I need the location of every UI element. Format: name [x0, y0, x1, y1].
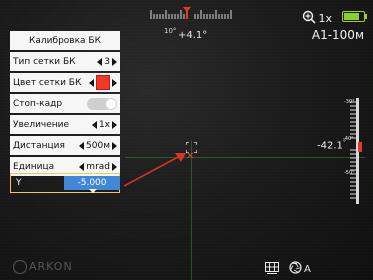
magnification-value: 1x — [98, 119, 110, 130]
chevron-left-icon[interactable] — [79, 141, 85, 150]
distance-value: 500м — [86, 140, 110, 151]
y-label: Y — [16, 178, 22, 188]
menu-item-label: Единица — [13, 161, 55, 172]
battery-icon — [342, 11, 367, 22]
menu-item-label: Цвет сетки БК — [13, 77, 82, 88]
grid-color-selector[interactable] — [89, 75, 117, 90]
toggle-knob — [106, 98, 116, 109]
bottom-status-bar: A — [265, 261, 311, 277]
menu-item-distance[interactable]: Дистанция 500м — [10, 136, 120, 155]
annotation-arrow-icon — [122, 150, 188, 194]
scale-label: -50° — [344, 170, 355, 176]
battery-level — [344, 13, 359, 20]
menu-item-freeze-frame[interactable]: Стоп-кадр — [10, 94, 120, 113]
chevron-left-icon[interactable] — [97, 57, 103, 66]
unit-value: mrad — [86, 161, 110, 172]
compass-pointer — [183, 7, 191, 19]
menu-item-grid-color[interactable]: Цвет сетки БК — [10, 73, 120, 92]
inclination-readout: -42.1° — [317, 139, 346, 151]
menu-item-label: Тип сетки БК — [13, 56, 76, 67]
chevron-left-icon[interactable] — [91, 120, 97, 129]
mode-label: A — [304, 263, 311, 275]
grid-type-selector[interactable]: 3 — [97, 57, 117, 67]
aperture-icon — [289, 261, 302, 277]
reticle-icon — [185, 138, 198, 154]
inclination-unit: ° — [342, 139, 346, 146]
logo-mark-icon — [13, 260, 27, 274]
menu-item-label: Стоп-кадр — [13, 98, 63, 109]
aperture-mode-indicator: A — [289, 261, 311, 277]
grid-color-swatch — [96, 75, 110, 90]
freeze-frame-toggle[interactable] — [87, 97, 117, 110]
zoom-icon — [302, 9, 317, 28]
calibration-menu: Калибровка БК Тип сетки БК 3 Цвет сетки … — [10, 31, 120, 178]
chevron-left-icon[interactable] — [89, 78, 94, 87]
profile-label: A1-100м — [311, 28, 364, 42]
inclination-value: -42.1 — [317, 140, 343, 152]
compass-tape — [150, 8, 232, 20]
compass-heading: +4.1° — [178, 30, 208, 41]
unit-selector[interactable]: mrad — [79, 162, 117, 172]
distance-selector[interactable]: 500м — [79, 141, 117, 151]
scale-label: -30° — [344, 99, 355, 105]
y-offset-editor[interactable]: Y -5.000 — [10, 173, 120, 193]
menu-item-grid-type[interactable]: Тип сетки БК 3 — [10, 52, 120, 71]
menu-title: Калибровка БК — [10, 31, 120, 50]
magnification-selector[interactable]: 1x — [91, 119, 117, 130]
thermal-viewport: 10° +4.1° 1x A1-100м Калибровка БК Тип с… — [0, 0, 373, 280]
chevron-right-icon[interactable] — [112, 120, 117, 129]
grid-type-value: 3 — [104, 56, 110, 67]
menu-item-label: Дистанция — [13, 140, 65, 151]
chevron-right-icon[interactable] — [112, 162, 117, 171]
grid-mode-icon — [265, 261, 279, 277]
chevron-right-icon[interactable] — [112, 78, 117, 87]
chevron-left-icon[interactable] — [79, 162, 85, 171]
menu-item-label: Увеличение — [13, 119, 70, 130]
logo-text: ARKON — [29, 260, 73, 273]
y-value-field[interactable]: -5.000 — [64, 176, 120, 190]
chevron-right-icon[interactable] — [112, 57, 117, 66]
menu-title-text: Калибровка БК — [29, 35, 101, 46]
chevron-right-icon[interactable] — [112, 141, 117, 150]
brand-logo: ARKON — [13, 260, 73, 274]
zoom-value: 1x — [318, 12, 332, 25]
compass-heading-small: 10° — [164, 27, 177, 35]
zoom-indicator: 1x — [302, 9, 332, 28]
menu-item-magnification[interactable]: Увеличение 1x — [10, 115, 120, 134]
decrement-arrow-icon[interactable] — [89, 189, 97, 193]
